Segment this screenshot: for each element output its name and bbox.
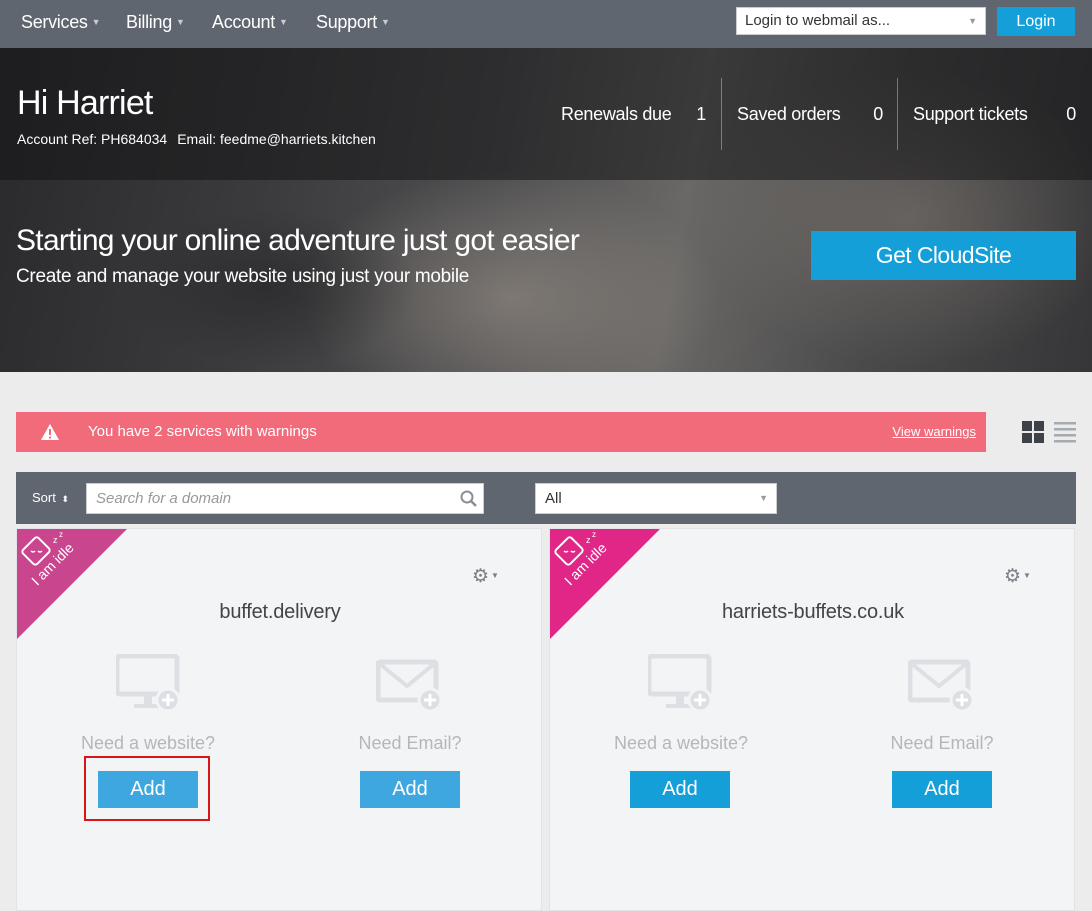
domain-search-input[interactable]: Search for a domain <box>86 483 484 514</box>
svg-text:z: z <box>592 530 596 539</box>
email-add-icon <box>908 659 974 713</box>
stat-label: Saved orders <box>737 104 841 124</box>
nav-services-label: Services <box>21 12 88 32</box>
email-add-icon <box>376 659 442 713</box>
stat-support-tickets[interactable]: Support tickets 0 <box>913 78 1076 150</box>
greeting-title: Hi Harriet <box>17 84 153 122</box>
need-email-label: Need Email? <box>890 733 994 753</box>
account-email: Email: feedme@harriets.kitchen <box>177 131 376 147</box>
domain-name: buffet.delivery <box>219 601 341 623</box>
add-email-button[interactable]: Add <box>360 771 460 808</box>
stat-label: Support tickets <box>913 104 1028 124</box>
divider <box>897 78 898 150</box>
filter-bar: Sort ⬍ Search for a domain All ▼ <box>16 472 1076 524</box>
sort-label: Sort <box>32 490 56 505</box>
card-settings-menu[interactable]: ⚙ ▼ <box>472 565 499 588</box>
nav-billing-label: Billing <box>126 12 172 32</box>
monitor-add-icon <box>116 654 181 713</box>
stat-value: 0 <box>1066 104 1076 124</box>
need-email-label: Need Email? <box>358 733 462 753</box>
grid-view-icon[interactable] <box>1022 421 1044 443</box>
view-warnings-link[interactable]: View warnings <box>892 412 976 452</box>
stat-value: 0 <box>873 104 883 124</box>
domain-card: z z I am idle ⚙ ▼ harriets-buffets.co.uk … <box>549 528 1075 911</box>
warning-text: You have 2 services with warnings <box>88 423 317 440</box>
top-nav: Services ▼ Billing ▼ Account ▼ Support ▼ Log… <box>0 0 1092 48</box>
sort-arrows-icon: ⬍ <box>61 494 70 504</box>
nav-account[interactable]: Account ▼ <box>212 0 288 48</box>
list-view-icon[interactable] <box>1054 421 1076 443</box>
divider <box>721 78 722 150</box>
stat-renewals-due[interactable]: Renewals due 1 <box>561 78 706 150</box>
get-cloudsite-button[interactable]: Get CloudSite <box>811 231 1076 280</box>
need-website-label: Need a website? <box>80 733 216 753</box>
nav-account-label: Account <box>212 12 275 32</box>
gear-icon: ⚙ <box>472 566 490 587</box>
warning-banner: You have 2 services with warnings View w… <box>16 412 986 452</box>
nav-support[interactable]: Support ▼ <box>316 0 390 48</box>
status-filter-select[interactable]: All ▼ <box>535 483 777 514</box>
promo-title: Starting your online adventure just got … <box>16 224 580 257</box>
login-button[interactable]: Login <box>997 7 1075 36</box>
card-settings-menu[interactable]: ⚙ ▼ <box>1004 565 1031 588</box>
sort-button[interactable]: Sort ⬍ <box>32 472 69 525</box>
highlight-box <box>84 756 210 821</box>
search-placeholder: Search for a domain <box>96 490 232 507</box>
chevron-down-icon: ▼ <box>491 571 499 580</box>
need-website-label: Need a website? <box>613 733 749 753</box>
svg-text:z: z <box>53 535 58 545</box>
chevron-down-icon: ▼ <box>380 17 390 27</box>
add-website-button[interactable]: Add <box>630 771 730 808</box>
chevron-down-icon: ▼ <box>759 493 768 503</box>
monitor-add-icon <box>648 654 713 713</box>
chevron-down-icon: ▼ <box>1023 571 1031 580</box>
search-icon[interactable] <box>460 490 477 507</box>
stat-label: Renewals due <box>561 104 672 124</box>
warning-icon <box>41 424 59 440</box>
chevron-down-icon: ▼ <box>91 17 101 27</box>
domain-card: z z I am idle ⚙ ▼ buffet.delivery Need a … <box>16 528 542 911</box>
chevron-down-icon: ▼ <box>968 16 977 26</box>
chevron-down-icon: ▼ <box>175 17 185 27</box>
domain-name: harriets-buffets.co.uk <box>722 601 904 623</box>
chevron-down-icon: ▼ <box>278 17 288 27</box>
webmail-login-select[interactable]: Login to webmail as... ▼ <box>736 7 986 35</box>
webmail-select-value: Login to webmail as... <box>745 12 891 29</box>
account-ref: Account Ref: PH684034 <box>17 131 168 147</box>
promo-subtitle: Create and manage your website using jus… <box>16 266 470 287</box>
stat-saved-orders[interactable]: Saved orders 0 <box>737 78 883 150</box>
stat-value: 1 <box>696 104 706 124</box>
svg-text:z: z <box>59 530 63 539</box>
hero-banner: Hi Harriet Account Ref: PH684034 Email: f… <box>0 48 1092 372</box>
nav-services[interactable]: Services ▼ <box>21 0 101 48</box>
nav-billing[interactable]: Billing ▼ <box>126 0 185 48</box>
gear-icon: ⚙ <box>1004 566 1022 587</box>
account-info: Account Ref: PH684034 Email: feedme@harri… <box>17 131 386 147</box>
filter-select-value: All <box>545 490 562 507</box>
nav-support-label: Support <box>316 12 377 32</box>
svg-text:z: z <box>586 535 591 545</box>
add-email-button[interactable]: Add <box>892 771 992 808</box>
